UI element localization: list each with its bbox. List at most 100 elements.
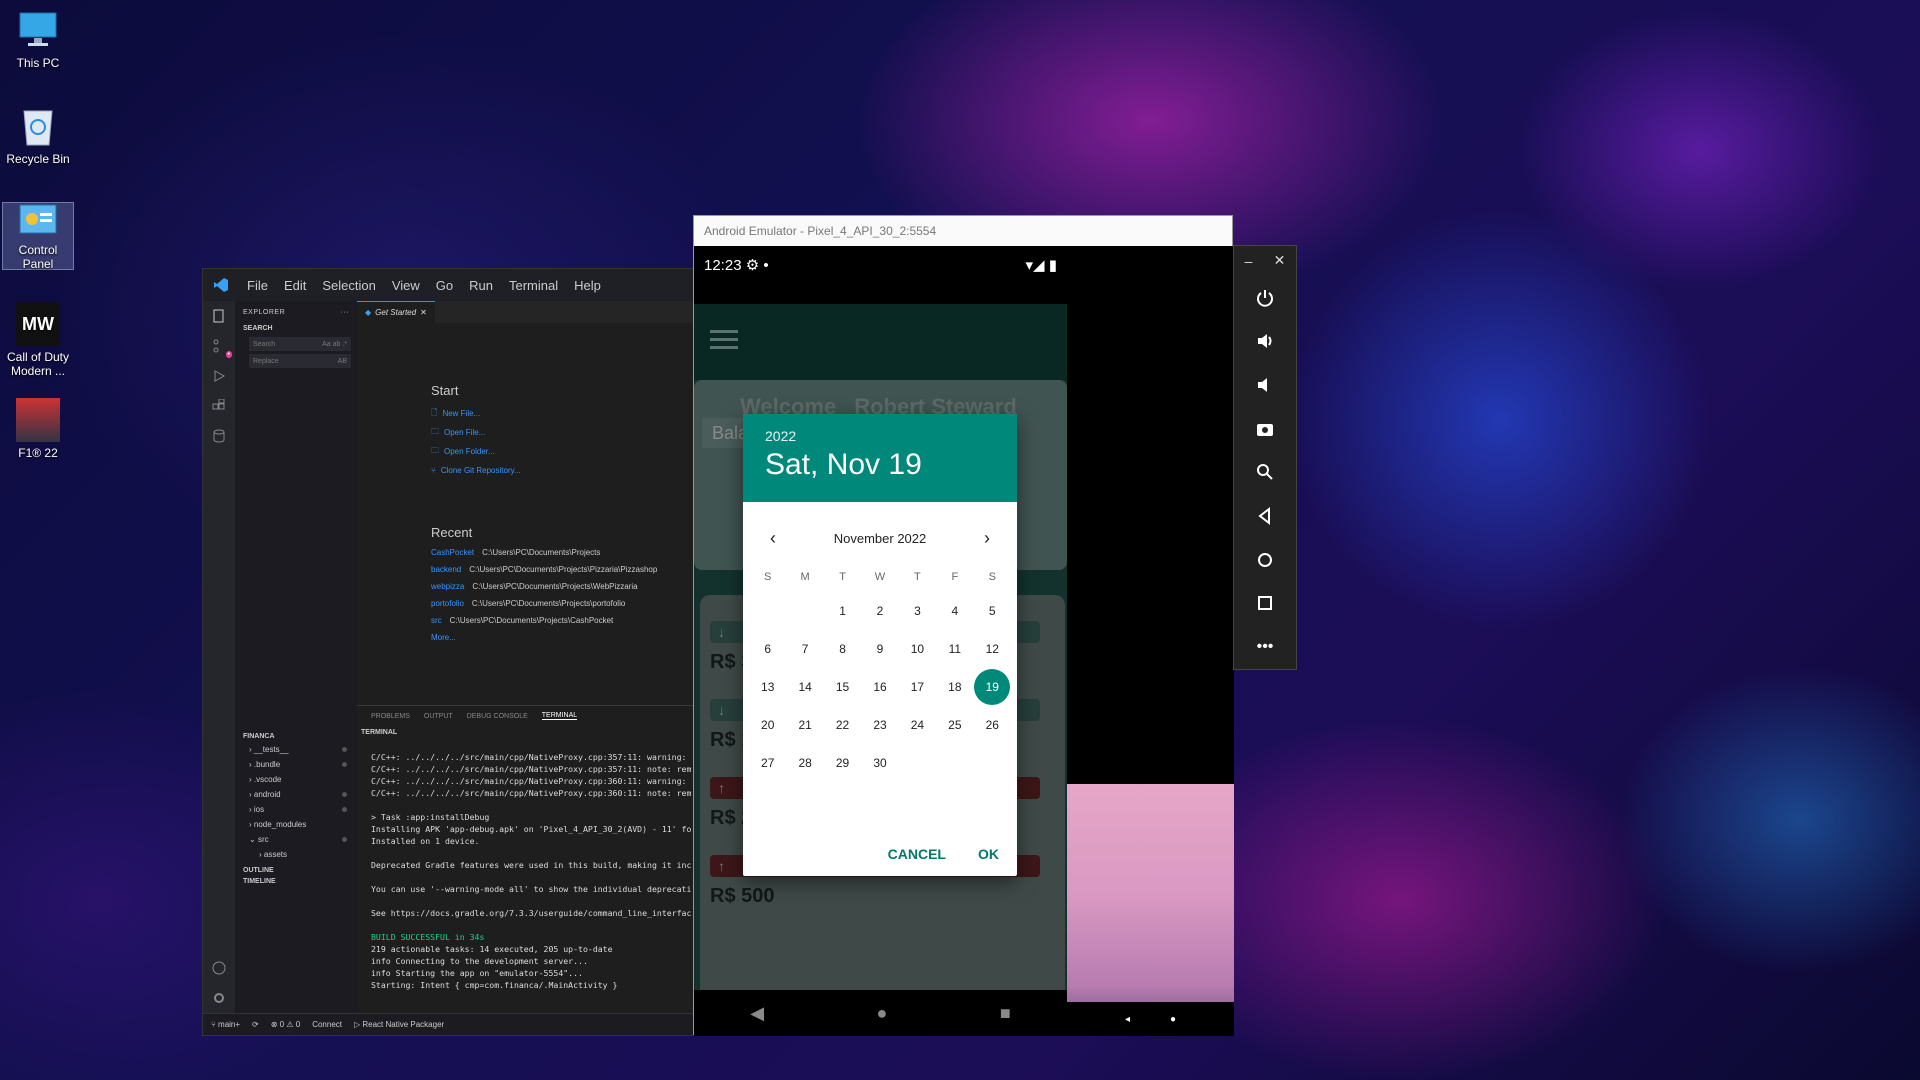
sync-icon[interactable]: ⟳ — [252, 1020, 259, 1029]
tree-item[interactable]: › node_modules — [235, 817, 357, 832]
cancel-button[interactable]: CANCEL — [888, 846, 946, 862]
recent-item[interactable]: CashPocket C:\Users\PC\Documents\Projects — [431, 544, 657, 561]
calendar-day[interactable]: 15 — [824, 669, 861, 705]
calendar-day[interactable]: 28 — [786, 745, 823, 781]
open-file-link[interactable]: 🗀 Open File... — [431, 423, 521, 442]
calendar-day[interactable]: 5 — [974, 593, 1011, 629]
volume-up-icon[interactable] — [1245, 319, 1285, 363]
back-icon[interactable] — [1245, 494, 1285, 538]
calendar-day[interactable]: 8 — [824, 631, 861, 667]
calendar-day[interactable]: 24 — [899, 707, 936, 743]
tab-get-started[interactable]: ◆ Get Started ✕ — [357, 301, 435, 323]
minimize-icon[interactable]: – — [1245, 253, 1253, 269]
calendar-day[interactable]: 20 — [749, 707, 786, 743]
problems-status[interactable]: ⊗ 0 ⚠ 0 — [271, 1020, 300, 1029]
tree-item[interactable]: › ios — [235, 802, 357, 817]
new-file-link[interactable]: 🗋 New File... — [431, 404, 521, 423]
calendar-day-selected[interactable]: 19 — [974, 669, 1011, 705]
home-icon[interactable] — [1245, 538, 1285, 582]
dp-year[interactable]: 2022 — [765, 428, 995, 444]
recent-item[interactable]: portofolio C:\Users\PC\Documents\Projects… — [431, 595, 657, 612]
calendar-day[interactable]: 26 — [974, 707, 1011, 743]
chevron-left-icon[interactable]: ‹ — [761, 528, 785, 549]
menu-terminal[interactable]: Terminal — [501, 278, 566, 293]
calendar-day[interactable]: 25 — [936, 707, 973, 743]
calendar-day[interactable]: 13 — [749, 669, 786, 705]
tree-item[interactable]: › .bundle — [235, 757, 357, 772]
tree-item[interactable]: › .vscode — [235, 772, 357, 787]
calendar-day[interactable]: 11 — [936, 631, 973, 667]
tab-output[interactable]: OUTPUT — [424, 713, 453, 720]
search-section-title[interactable]: SEARCH — [235, 323, 357, 334]
desktop-icon-control-panel[interactable]: Control Panel — [2, 202, 74, 271]
outline-section[interactable]: OUTLINE — [235, 865, 357, 876]
tab-problems[interactable]: PROBLEMS — [371, 713, 410, 720]
phone-screen[interactable]: 12:23 ⚙ • ▾◢ ▮ Welcome Robert Steward Bal… — [694, 246, 1067, 1036]
replace-input[interactable]: Replace AB — [249, 354, 351, 368]
tree-item[interactable]: › assets — [235, 847, 357, 862]
overview-icon[interactable] — [1245, 582, 1285, 626]
calendar-day[interactable]: 4 — [936, 593, 973, 629]
tree-item[interactable]: ⌄ src — [235, 832, 357, 847]
calendar-day[interactable]: 14 — [786, 669, 823, 705]
menu-go[interactable]: Go — [428, 278, 461, 293]
close-icon[interactable]: ✕ — [1274, 252, 1286, 269]
menu-run[interactable]: Run — [461, 278, 501, 293]
more-link[interactable]: More... — [431, 629, 657, 646]
calendar-day[interactable]: 21 — [786, 707, 823, 743]
calendar-day[interactable]: 17 — [899, 669, 936, 705]
calendar-day[interactable]: 27 — [749, 745, 786, 781]
tab-debug-console[interactable]: DEBUG CONSOLE — [467, 713, 528, 720]
tree-item[interactable]: › android — [235, 787, 357, 802]
menu-view[interactable]: View — [384, 278, 428, 293]
timeline-section[interactable]: TIMELINE — [235, 876, 357, 887]
menu-edit[interactable]: Edit — [276, 278, 314, 293]
folder-financa[interactable]: FINANCA — [235, 731, 357, 742]
calendar-day[interactable]: 18 — [936, 669, 973, 705]
desktop-icon-recycle-bin[interactable]: Recycle Bin — [2, 104, 74, 166]
calendar-day[interactable]: 7 — [786, 631, 823, 667]
git-branch-status[interactable]: ⑂ main+ — [211, 1020, 240, 1029]
settings-gear-icon[interactable] — [210, 989, 228, 1007]
database-icon[interactable] — [210, 427, 228, 445]
calendar-day[interactable]: 22 — [824, 707, 861, 743]
calendar-day[interactable]: 29 — [824, 745, 861, 781]
recent-item[interactable]: backend C:\Users\PC\Documents\Projects\Pi… — [431, 561, 657, 578]
clone-repo-link[interactable]: ⑂ Clone Git Repository... — [431, 461, 521, 480]
more-actions-icon[interactable]: ··· — [341, 309, 350, 316]
ok-button[interactable]: OK — [978, 846, 999, 862]
search-input[interactable]: Search Aa ab .* — [249, 337, 351, 351]
menu-file[interactable]: File — [239, 278, 276, 293]
calendar-day[interactable]: 9 — [861, 631, 898, 667]
calendar-day[interactable]: 30 — [861, 745, 898, 781]
recent-item[interactable]: src C:\Users\PC\Documents\Projects\CashPo… — [431, 612, 657, 629]
desktop-icon-this-pc[interactable]: This PC — [2, 8, 74, 70]
zoom-icon[interactable] — [1245, 451, 1285, 495]
volume-down-icon[interactable] — [1245, 363, 1285, 407]
calendar-day[interactable]: 3 — [899, 593, 936, 629]
menu-help[interactable]: Help — [566, 278, 609, 293]
account-icon[interactable] — [210, 959, 228, 977]
desktop-icon-f1-22[interactable]: F1® 22 — [2, 398, 74, 460]
packager-status[interactable]: ▷ React Native Packager — [354, 1020, 444, 1029]
calendar-day[interactable]: 6 — [749, 631, 786, 667]
explorer-icon[interactable] — [210, 307, 228, 325]
calendar-day[interactable]: 1 — [824, 593, 861, 629]
connect-status[interactable]: Connect — [312, 1020, 342, 1029]
more-options-icon[interactable]: ••• — [1245, 625, 1285, 669]
calendar-day[interactable]: 16 — [861, 669, 898, 705]
calendar-day[interactable]: 23 — [861, 707, 898, 743]
power-icon[interactable] — [1245, 276, 1285, 320]
terminal-output[interactable]: C/C++: ../../../../src/main/cpp/NativePr… — [357, 739, 693, 991]
close-icon[interactable]: ✕ — [420, 308, 427, 317]
source-control-icon[interactable]: • — [210, 337, 232, 358]
open-folder-link[interactable]: 🗀 Open Folder... — [431, 442, 521, 461]
desktop-icon-call-of-duty[interactable]: MW Call of Duty Modern ... — [2, 302, 74, 378]
calendar-day[interactable]: 12 — [974, 631, 1011, 667]
run-debug-icon[interactable] — [210, 367, 228, 385]
menu-selection[interactable]: Selection — [314, 278, 383, 293]
calendar-day[interactable]: 2 — [861, 593, 898, 629]
camera-icon[interactable] — [1245, 407, 1285, 451]
tab-terminal[interactable]: TERMINAL — [541, 712, 578, 720]
tree-item[interactable]: › __tests__ — [235, 742, 357, 757]
